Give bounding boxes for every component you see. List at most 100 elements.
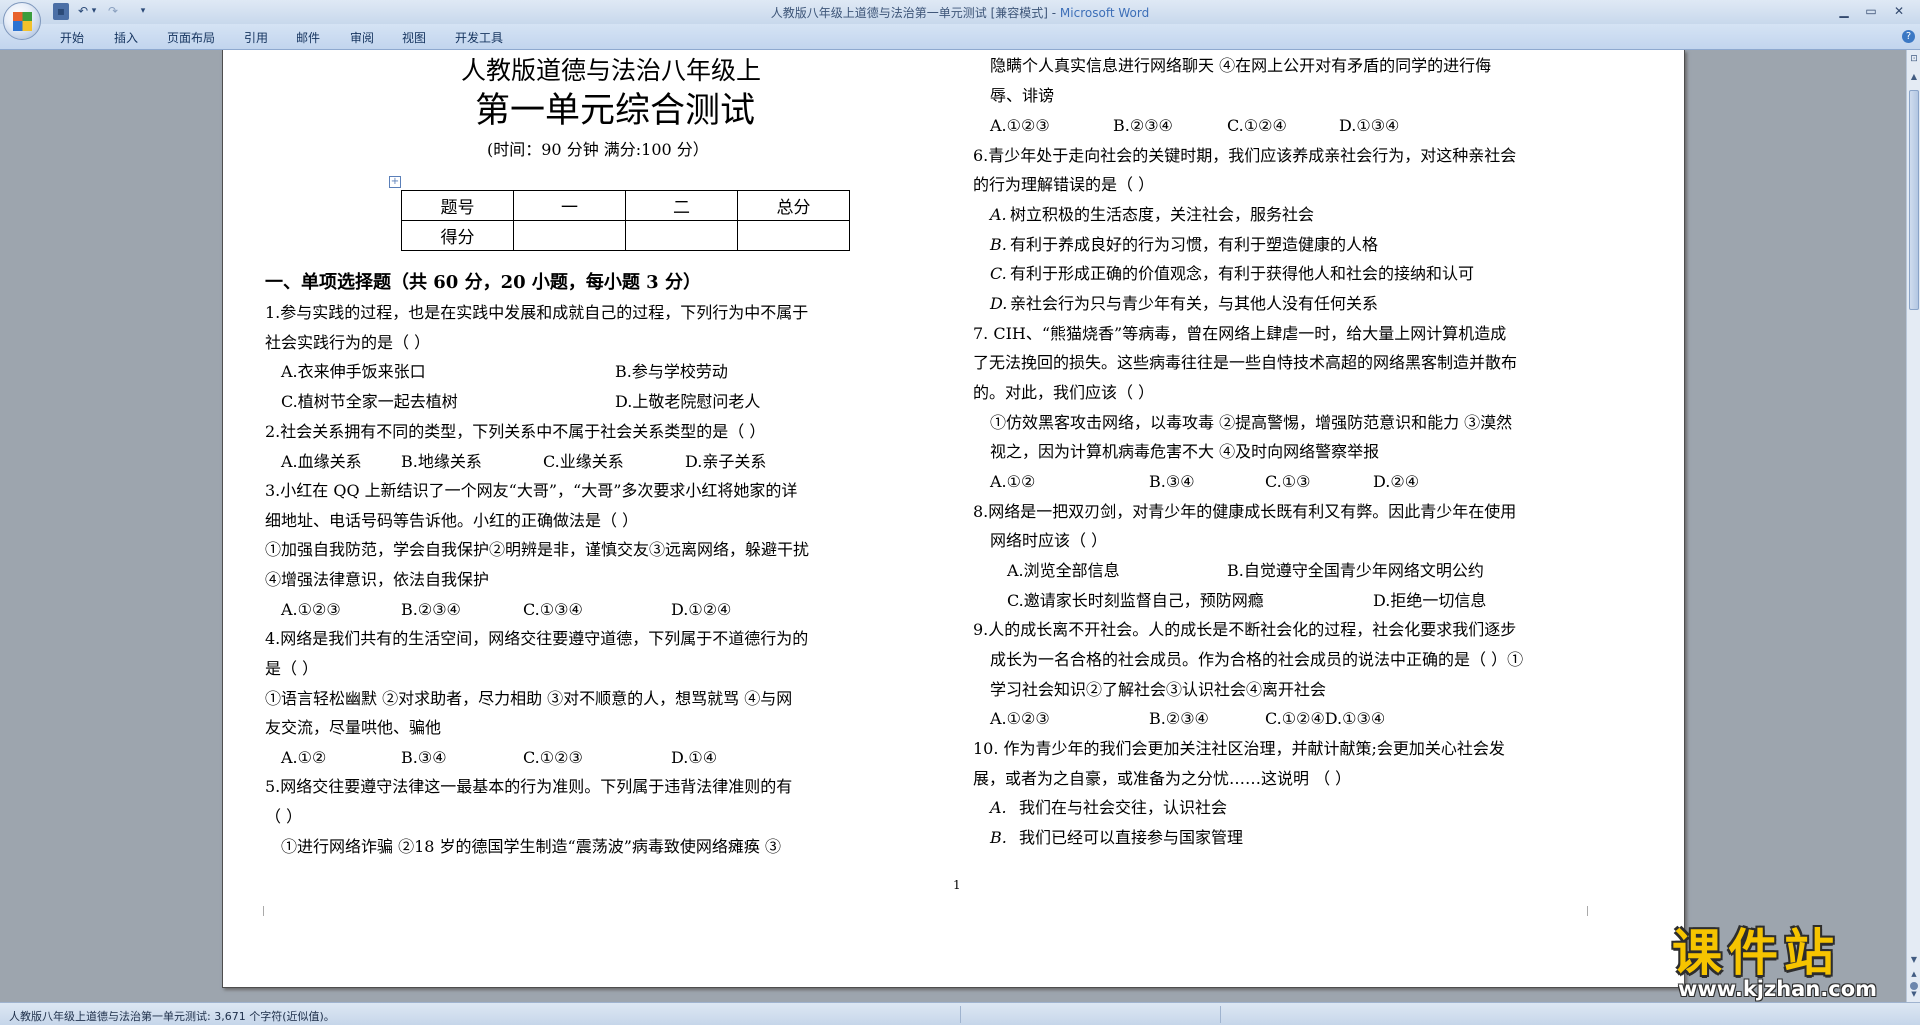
option-text: A.血缘关系 (281, 452, 362, 471)
question-text: 8.网络是一把双刃剑，对青少年的健康成长既有利又有弊。因此青少年在使用 (973, 502, 1517, 521)
option-text: C.①②④ (1227, 116, 1287, 135)
doc-subtitle: 第一单元综合测试 (475, 91, 756, 131)
minimize-button[interactable]: ▁ (1833, 2, 1855, 20)
question-text: 2.社会关系拥有不同的类型，下列关系中不属于社会关系类型的是（ ） (265, 422, 766, 441)
page-number: 1 (953, 878, 961, 892)
option-text: C.①②③ (523, 748, 583, 767)
option-text: B.②③④ (401, 600, 461, 619)
maximize-button[interactable]: ▭ (1860, 2, 1882, 20)
option-text: C.①③ (1265, 472, 1311, 491)
option-letter: A. (990, 798, 1007, 817)
scroll-thumb[interactable] (1909, 90, 1919, 310)
previous-page-icon[interactable]: ▲ (1909, 970, 1919, 980)
doc-time-line: (时间：90 分钟 满分:100 分） (487, 140, 709, 159)
office-button[interactable] (3, 2, 41, 40)
option-text: B.③④ (1149, 472, 1195, 491)
table-row-label: 得分 (401, 220, 514, 251)
tab-developer[interactable]: 开发工具 (455, 29, 503, 46)
crop-mark (263, 906, 264, 916)
option-text: C.植树节全家一起去植树 (281, 392, 458, 411)
option-text: C.①②④D.①③④ (1265, 709, 1386, 728)
question-text: 5.网络交往要遵守法律这一最基本的行为准则。下列属于违背法律准则的有 (265, 777, 793, 796)
question-text: 辱、诽谤 (990, 86, 1055, 105)
option-letter: A. (990, 205, 1007, 224)
close-button[interactable]: ✕ (1888, 2, 1910, 20)
office-logo-icon (13, 12, 32, 31)
question-text: 细地址、电话号码等告诉他。小红的正确做法是（ ） (265, 511, 639, 530)
watermark-url: www.kjzhan.com (1678, 977, 1878, 1001)
document-page[interactable]: 人教版道德与法治八年级上 第一单元综合测试 (时间：90 分钟 满分:100 分… (222, 50, 1685, 988)
option-text: B.自觉遵守全国青少年网络文明公约 (1227, 561, 1484, 580)
option-text: A.①② (281, 748, 327, 767)
question-text: 网络时应该（ ） (990, 531, 1108, 550)
option-text: 树立积极的生活态度，关注社会，服务社会 (1010, 205, 1315, 224)
score-cell[interactable] (625, 220, 738, 251)
vertical-scrollbar[interactable]: ⊡ ▲ ▼ ▲ ▼ (1906, 50, 1920, 1002)
ribbon-tab-bar: 开始 插入 页面布局 引用 邮件 审阅 视图 开发工具 ? (0, 24, 1920, 50)
table-header-cell: 总分 (737, 190, 850, 221)
tab-home[interactable]: 开始 (60, 29, 84, 46)
app-name: Microsoft Word (1059, 6, 1150, 20)
select-browse-object-icon[interactable] (1910, 982, 1918, 990)
document-area: 人教版道德与法治八年级上 第一单元综合测试 (时间：90 分钟 满分:100 分… (0, 50, 1906, 1002)
option-text: C.①③④ (523, 600, 583, 619)
option-text: A.浏览全部信息 (1007, 561, 1120, 580)
question-text: ①仿效黑客攻击网络，以毒攻毒 ②提高警惕，增强防范意识和能力 ③漠然 (990, 413, 1513, 432)
tab-mailings[interactable]: 邮件 (296, 29, 320, 46)
question-text: 展，或者为之自豪，或准备为之分忧……这说明 （ ） (973, 769, 1352, 788)
status-divider (960, 1006, 961, 1023)
option-text: B.地缘关系 (401, 452, 482, 471)
question-text: 隐瞒个人真实信息进行网络聊天 ④在网上公开对有矛盾的同学的进行侮 (990, 56, 1492, 75)
question-text: ④增强法律意识，依法自我保护 (265, 570, 490, 589)
question-text: ①进行网络诈骗 ②18 岁的德国学生制造“震荡波”病毒致使网络瘫痪 ③ (281, 837, 781, 856)
option-text: C.业缘关系 (543, 452, 624, 471)
option-letter: B. (990, 235, 1007, 254)
score-cell[interactable] (513, 220, 626, 251)
question-text: 社会实践行为的是（ ） (265, 333, 431, 352)
table-header-cell: 题号 (401, 190, 514, 221)
title-bar: ▪ ↶ ▾ ↷ ▾ 人教版八年级上道德与法治第一单元测试 [兼容模式] - Mi… (0, 0, 1920, 24)
option-letter: C. (990, 264, 1007, 283)
option-text: 有利于养成良好的行为习惯，有利于塑造健康的人格 (1010, 235, 1379, 254)
scroll-up-icon[interactable]: ▲ (1909, 72, 1919, 84)
option-text: A.①②③ (281, 600, 341, 619)
tab-references[interactable]: 引用 (244, 29, 268, 46)
question-text: 成长为一名合格的社会成员。作为合格的社会成员的说法中正确的是（ ）① (990, 650, 1524, 669)
ruler-toggle-icon[interactable]: ⊡ (1908, 54, 1920, 66)
watermark-logo: 课件站 www.kjzhan.com (1668, 925, 1904, 1003)
crop-mark (1587, 906, 1588, 916)
score-table: 题号 一 二 总分 得分 (401, 190, 850, 251)
option-text: 亲社会行为只与青少年有关，与其他人没有任何关系 (1010, 294, 1379, 313)
option-text: A.①②③ (990, 116, 1050, 135)
question-text: 了无法挽回的损失。这些病毒往往是一些自恃技术高超的网络黑客制造并散布 (973, 353, 1518, 372)
table-header-cell: 一 (513, 190, 626, 221)
table-row: 题号 一 二 总分 (401, 190, 850, 221)
option-text: A.①② (990, 472, 1036, 491)
help-icon[interactable]: ? (1902, 30, 1915, 43)
question-text: ①加强自我防范，学会自我保护②明辨是非，谨慎交友③远离网络，躲避干扰 (265, 540, 810, 559)
question-text: 10. 作为青少年的我们会更加关注社区治理，并献计献策;会更加关心社会发 (973, 739, 1505, 758)
table-header-cell: 二 (625, 190, 738, 221)
option-letter: D. (990, 294, 1008, 313)
option-text: D.亲子关系 (685, 452, 767, 471)
next-page-icon[interactable]: ▼ (1909, 990, 1919, 1000)
document-title-text: 人教版八年级上道德与法治第一单元测试 [兼容模式] - (770, 6, 1060, 20)
option-text: D.上敬老院慰问老人 (615, 392, 761, 411)
watermark-title: 课件站 (1672, 924, 1840, 982)
score-cell[interactable] (737, 220, 850, 251)
question-text: 1.参与实践的过程，也是在实践中发展和成就自己的过程，下列行为中不属于 (265, 303, 809, 322)
question-text: 视之，因为计算机病毒危害不大 ④及时向网络警察举报 (990, 442, 1380, 461)
option-text: B.②③④ (1149, 709, 1209, 728)
question-text: 是（ ） (265, 659, 319, 678)
option-text: 我们在与社会交往，认识社会 (1019, 798, 1228, 817)
tab-review[interactable]: 审阅 (350, 29, 374, 46)
option-text: 有利于形成正确的价值观念，有利于获得他人和社会的接纳和认可 (1010, 264, 1475, 283)
tab-view[interactable]: 视图 (402, 29, 426, 46)
option-letter: B. (990, 828, 1007, 847)
tab-page-layout[interactable]: 页面布局 (167, 29, 215, 46)
doc-title: 人教版道德与法治八年级上 (461, 56, 762, 85)
option-text: D.①③④ (1339, 116, 1400, 135)
tab-insert[interactable]: 插入 (114, 29, 138, 46)
scroll-down-icon[interactable]: ▼ (1909, 955, 1919, 967)
table-move-handle-icon[interactable]: + (389, 176, 401, 188)
